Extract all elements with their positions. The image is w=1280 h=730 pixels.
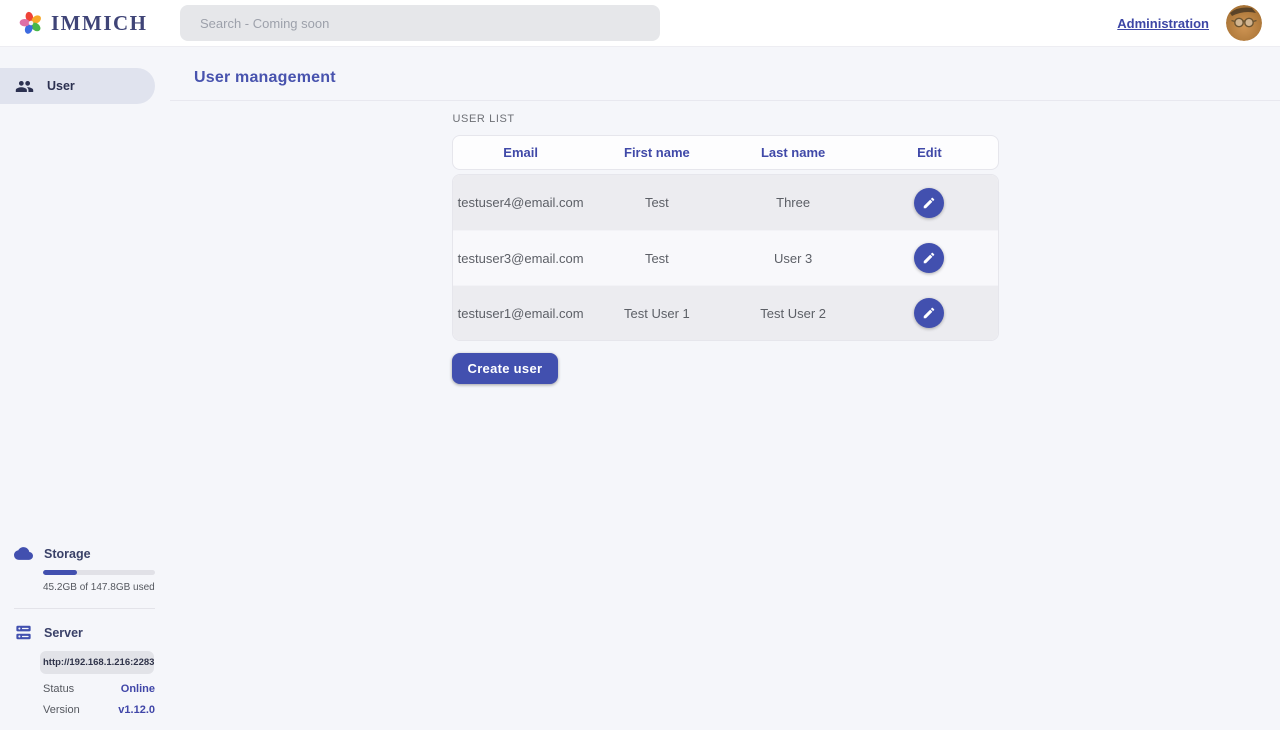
- immich-flower-icon: [18, 10, 44, 36]
- user-list-label: USER LIST: [453, 113, 999, 125]
- server-widget: Server http://192.168.1.216:2283 Status …: [14, 623, 155, 716]
- administration-link[interactable]: Administration: [1117, 16, 1209, 31]
- user-email: testuser4@email.com: [453, 195, 589, 210]
- user-last-name: User 3: [725, 251, 861, 266]
- server-title: Server: [44, 626, 83, 640]
- server-url: http://192.168.1.216:2283: [40, 651, 154, 674]
- user-email: testuser1@email.com: [453, 306, 589, 321]
- column-header-last-name: Last name: [725, 145, 861, 160]
- users-icon: [15, 77, 34, 96]
- create-user-button[interactable]: Create user: [452, 353, 559, 384]
- page-title: User management: [194, 69, 336, 86]
- sidebar-item-label: User: [47, 79, 75, 93]
- app-title: IMMICH: [51, 11, 148, 36]
- search-input[interactable]: [180, 5, 660, 41]
- user-first-name: Test: [589, 251, 725, 266]
- server-icon: [14, 623, 33, 642]
- edit-user-button[interactable]: [914, 298, 944, 328]
- edit-user-button[interactable]: [914, 188, 944, 218]
- edit-user-button[interactable]: [914, 243, 944, 273]
- server-version-row: Version v1.12.0: [43, 704, 155, 716]
- app-logo: IMMICH: [18, 10, 148, 36]
- status-label: Status: [43, 683, 74, 695]
- sidebar-item-user[interactable]: User: [0, 68, 155, 104]
- pencil-icon: [922, 196, 936, 210]
- storage-title: Storage: [44, 547, 91, 561]
- column-header-email: Email: [453, 145, 589, 160]
- cloud-icon: [14, 544, 33, 563]
- user-avatar[interactable]: [1226, 5, 1262, 41]
- storage-progress-fill: [43, 570, 77, 575]
- version-label: Version: [43, 704, 80, 716]
- server-status-row: Status Online: [43, 683, 155, 695]
- pencil-icon: [922, 251, 936, 265]
- sidebar-divider: [14, 608, 155, 609]
- user-first-name: Test: [589, 195, 725, 210]
- sidebar: User Storage 45.2GB of 147.8GB used: [0, 47, 170, 730]
- status-badge: Online: [121, 683, 155, 695]
- table-row: testuser3@email.com Test User 3: [453, 230, 998, 285]
- top-navbar: IMMICH Administration: [0, 0, 1280, 47]
- table-row: testuser4@email.com Test Three: [453, 175, 998, 230]
- main-panel: User management USER LIST Email First na…: [170, 47, 1280, 730]
- column-header-edit: Edit: [861, 145, 997, 160]
- user-last-name: Three: [725, 195, 861, 210]
- user-last-name: Test User 2: [725, 306, 861, 321]
- search-bar: [180, 5, 660, 41]
- user-table-header: Email First name Last name Edit: [452, 135, 999, 170]
- storage-widget: Storage 45.2GB of 147.8GB used: [14, 544, 155, 593]
- pencil-icon: [922, 306, 936, 320]
- storage-usage-text: 45.2GB of 147.8GB used: [43, 582, 155, 593]
- user-first-name: Test User 1: [589, 306, 725, 321]
- user-email: testuser3@email.com: [453, 251, 589, 266]
- version-value: v1.12.0: [118, 704, 155, 716]
- storage-progress-bar: [43, 570, 155, 575]
- column-header-first-name: First name: [589, 145, 725, 160]
- table-row: testuser1@email.com Test User 1 Test Use…: [453, 285, 998, 340]
- user-table: testuser4@email.com Test Three testuser3…: [452, 174, 999, 341]
